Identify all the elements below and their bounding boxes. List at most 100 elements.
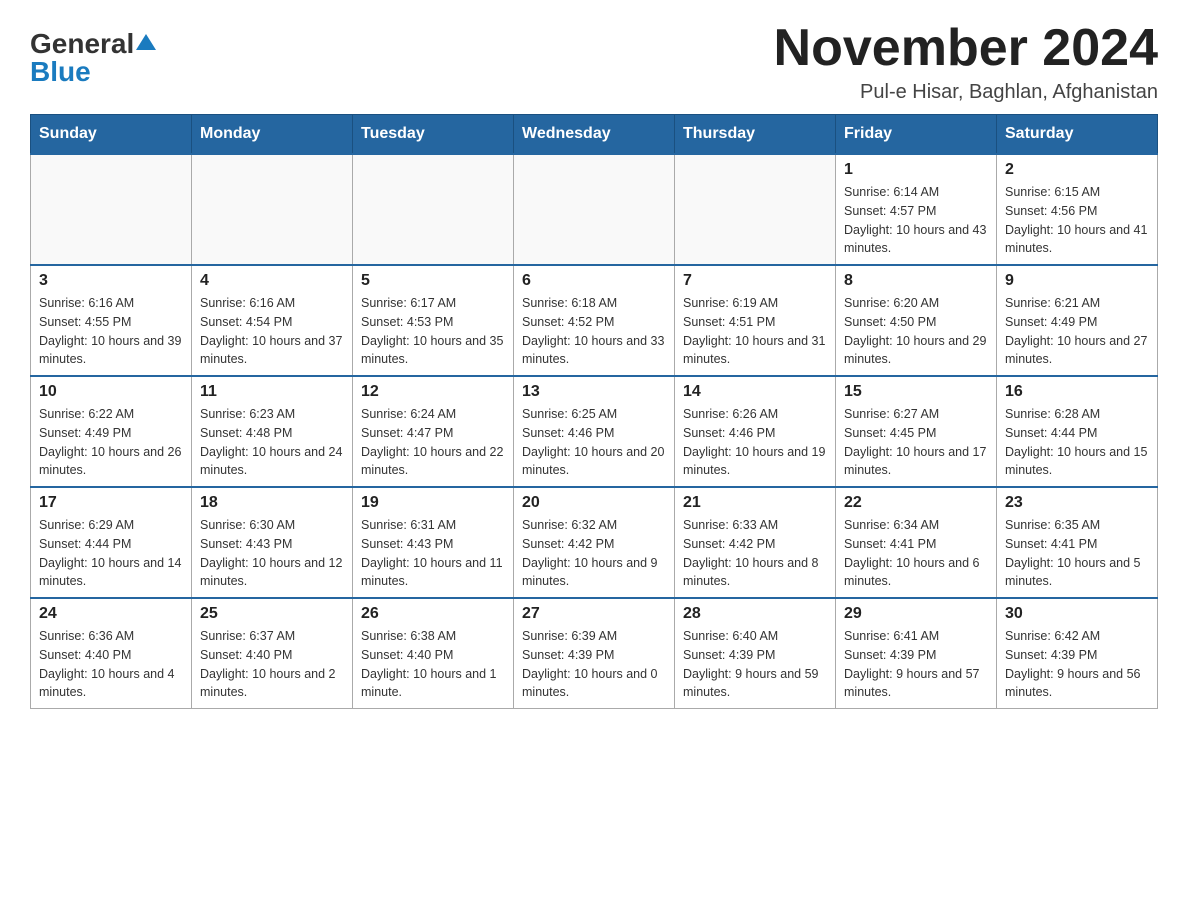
calendar-cell: 23Sunrise: 6:35 AMSunset: 4:41 PMDayligh… [997, 487, 1158, 598]
day-info: Sunrise: 6:17 AMSunset: 4:53 PMDaylight:… [361, 294, 505, 369]
calendar-cell: 9 Sunrise: 6:21 AMSunset: 4:49 PMDaylight… [997, 265, 1158, 376]
calendar-cell [31, 154, 192, 265]
day-number: 21 [683, 494, 827, 512]
day-info: Sunrise: 6:21 AMSunset: 4:49 PMDaylight:… [1005, 294, 1149, 369]
calendar-cell: 5Sunrise: 6:17 AMSunset: 4:53 PMDaylight… [353, 265, 514, 376]
calendar-cell: 2 Sunrise: 6:15 AMSunset: 4:56 PMDaylight… [997, 154, 1158, 265]
calendar-cell: 8 Sunrise: 6:20 AMSunset: 4:50 PMDaylight… [836, 265, 997, 376]
week-row-3: 10 Sunrise: 6:22 AMSunset: 4:49 PMDayligh… [31, 376, 1158, 487]
day-number: 15 [844, 383, 988, 401]
day-number: 22 [844, 494, 988, 512]
logo-blue: Blue [30, 56, 91, 87]
day-number: 10 [39, 383, 183, 401]
week-row-2: 3 Sunrise: 6:16 AMSunset: 4:55 PMDaylight… [31, 265, 1158, 376]
calendar-cell [675, 154, 836, 265]
calendar-cell [353, 154, 514, 265]
day-number: 20 [522, 494, 666, 512]
calendar-cell: 16 Sunrise: 6:28 AMSunset: 4:44 PMDayligh… [997, 376, 1158, 487]
day-info: Sunrise: 6:42 AMSunset: 4:39 PMDaylight:… [1005, 627, 1149, 702]
day-number: 14 [683, 383, 827, 401]
calendar-cell [192, 154, 353, 265]
day-number: 3 [39, 272, 183, 290]
weekday-header-saturday: Saturday [997, 115, 1158, 155]
calendar-cell: 3 Sunrise: 6:16 AMSunset: 4:55 PMDaylight… [31, 265, 192, 376]
calendar-cell: 13Sunrise: 6:25 AMSunset: 4:46 PMDayligh… [514, 376, 675, 487]
day-info: Sunrise: 6:39 AMSunset: 4:39 PMDaylight:… [522, 627, 666, 702]
day-info: Sunrise: 6:32 AMSunset: 4:42 PMDaylight:… [522, 516, 666, 591]
calendar-cell: 1 Sunrise: 6:14 AMSunset: 4:57 PMDaylight… [836, 154, 997, 265]
day-info: Sunrise: 6:40 AMSunset: 4:39 PMDaylight:… [683, 627, 827, 702]
week-row-5: 24 Sunrise: 6:36 AMSunset: 4:40 PMDayligh… [31, 598, 1158, 709]
calendar-cell: 30 Sunrise: 6:42 AMSunset: 4:39 PMDayligh… [997, 598, 1158, 709]
calendar-cell: 17 Sunrise: 6:29 AMSunset: 4:44 PMDayligh… [31, 487, 192, 598]
calendar-cell: 20 Sunrise: 6:32 AMSunset: 4:42 PMDayligh… [514, 487, 675, 598]
location: Pul-e Hisar, Baghlan, Afghanistan [774, 81, 1158, 104]
day-number: 12 [361, 383, 505, 401]
calendar-cell: 14Sunrise: 6:26 AMSunset: 4:46 PMDayligh… [675, 376, 836, 487]
day-number: 2 [1005, 161, 1149, 179]
calendar-cell: 6 Sunrise: 6:18 AMSunset: 4:52 PMDaylight… [514, 265, 675, 376]
calendar-cell: 24 Sunrise: 6:36 AMSunset: 4:40 PMDayligh… [31, 598, 192, 709]
day-number: 18 [200, 494, 344, 512]
logo: General Blue [30, 30, 156, 86]
day-number: 4 [200, 272, 344, 290]
day-number: 16 [1005, 383, 1149, 401]
weekday-header-sunday: Sunday [31, 115, 192, 155]
calendar-table: SundayMondayTuesdayWednesdayThursdayFrid… [30, 114, 1158, 709]
day-number: 25 [200, 605, 344, 623]
day-info: Sunrise: 6:28 AMSunset: 4:44 PMDaylight:… [1005, 405, 1149, 480]
day-info: Sunrise: 6:27 AMSunset: 4:45 PMDaylight:… [844, 405, 988, 480]
week-row-4: 17 Sunrise: 6:29 AMSunset: 4:44 PMDayligh… [31, 487, 1158, 598]
day-info: Sunrise: 6:41 AMSunset: 4:39 PMDaylight:… [844, 627, 988, 702]
day-number: 9 [1005, 272, 1149, 290]
day-number: 8 [844, 272, 988, 290]
calendar-cell: 4Sunrise: 6:16 AMSunset: 4:54 PMDaylight… [192, 265, 353, 376]
day-info: Sunrise: 6:34 AMSunset: 4:41 PMDaylight:… [844, 516, 988, 591]
day-info: Sunrise: 6:25 AMSunset: 4:46 PMDaylight:… [522, 405, 666, 480]
weekday-header-monday: Monday [192, 115, 353, 155]
day-info: Sunrise: 6:22 AMSunset: 4:49 PMDaylight:… [39, 405, 183, 480]
day-number: 23 [1005, 494, 1149, 512]
weekday-header-tuesday: Tuesday [353, 115, 514, 155]
day-info: Sunrise: 6:15 AMSunset: 4:56 PMDaylight:… [1005, 183, 1149, 258]
title-section: November 2024 Pul-e Hisar, Baghlan, Afgh… [774, 20, 1158, 104]
day-info: Sunrise: 6:23 AMSunset: 4:48 PMDaylight:… [200, 405, 344, 480]
calendar-cell: 12 Sunrise: 6:24 AMSunset: 4:47 PMDayligh… [353, 376, 514, 487]
day-info: Sunrise: 6:18 AMSunset: 4:52 PMDaylight:… [522, 294, 666, 369]
day-info: Sunrise: 6:19 AMSunset: 4:51 PMDaylight:… [683, 294, 827, 369]
calendar-cell: 15 Sunrise: 6:27 AMSunset: 4:45 PMDayligh… [836, 376, 997, 487]
day-number: 24 [39, 605, 183, 623]
day-info: Sunrise: 6:37 AMSunset: 4:40 PMDaylight:… [200, 627, 344, 702]
day-info: Sunrise: 6:31 AMSunset: 4:43 PMDaylight:… [361, 516, 505, 591]
day-number: 17 [39, 494, 183, 512]
day-number: 6 [522, 272, 666, 290]
day-number: 29 [844, 605, 988, 623]
day-info: Sunrise: 6:29 AMSunset: 4:44 PMDaylight:… [39, 516, 183, 591]
page-header: General Blue November 2024 Pul-e Hisar, … [30, 20, 1158, 104]
weekday-header-thursday: Thursday [675, 115, 836, 155]
month-title: November 2024 [774, 20, 1158, 77]
calendar-cell: 18Sunrise: 6:30 AMSunset: 4:43 PMDayligh… [192, 487, 353, 598]
calendar-cell: 10 Sunrise: 6:22 AMSunset: 4:49 PMDayligh… [31, 376, 192, 487]
day-info: Sunrise: 6:33 AMSunset: 4:42 PMDaylight:… [683, 516, 827, 591]
calendar-cell: 21 Sunrise: 6:33 AMSunset: 4:42 PMDayligh… [675, 487, 836, 598]
calendar-cell: 7 Sunrise: 6:19 AMSunset: 4:51 PMDaylight… [675, 265, 836, 376]
day-info: Sunrise: 6:16 AMSunset: 4:55 PMDaylight:… [39, 294, 183, 369]
calendar-cell: 28Sunrise: 6:40 AMSunset: 4:39 PMDayligh… [675, 598, 836, 709]
day-info: Sunrise: 6:24 AMSunset: 4:47 PMDaylight:… [361, 405, 505, 480]
calendar-cell: 27 Sunrise: 6:39 AMSunset: 4:39 PMDayligh… [514, 598, 675, 709]
weekday-header-wednesday: Wednesday [514, 115, 675, 155]
day-info: Sunrise: 6:36 AMSunset: 4:40 PMDaylight:… [39, 627, 183, 702]
day-number: 7 [683, 272, 827, 290]
day-number: 30 [1005, 605, 1149, 623]
day-number: 27 [522, 605, 666, 623]
calendar-cell: 22 Sunrise: 6:34 AMSunset: 4:41 PMDayligh… [836, 487, 997, 598]
week-row-1: 1 Sunrise: 6:14 AMSunset: 4:57 PMDaylight… [31, 154, 1158, 265]
day-info: Sunrise: 6:14 AMSunset: 4:57 PMDaylight:… [844, 183, 988, 258]
day-info: Sunrise: 6:38 AMSunset: 4:40 PMDaylight:… [361, 627, 505, 702]
day-info: Sunrise: 6:20 AMSunset: 4:50 PMDaylight:… [844, 294, 988, 369]
logo-general: General [30, 30, 134, 58]
day-number: 1 [844, 161, 988, 179]
calendar-cell: 26Sunrise: 6:38 AMSunset: 4:40 PMDayligh… [353, 598, 514, 709]
logo-triangle-icon [136, 32, 156, 52]
